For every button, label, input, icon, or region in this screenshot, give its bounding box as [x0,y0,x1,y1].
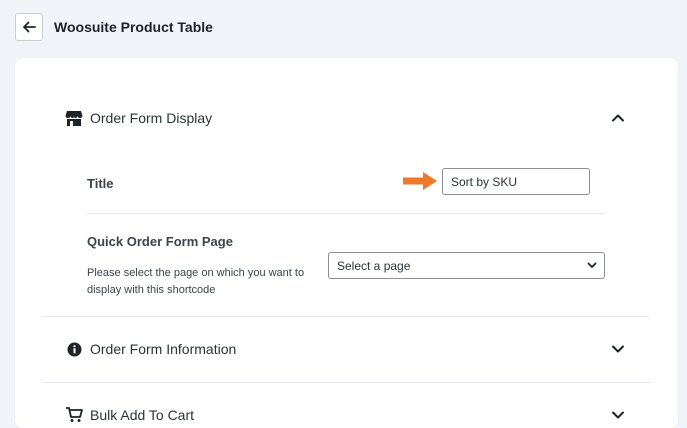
back-button[interactable] [15,13,43,41]
page-field-label: Quick Order Form Page [87,234,233,249]
section-divider [42,382,650,383]
field-divider [87,213,605,214]
arrow-left-icon [23,21,36,33]
section-divider [42,316,650,317]
pointer-arrow-icon [403,172,437,190]
cart-icon [65,406,83,424]
page-select[interactable]: Select a page [328,252,605,279]
page-field-description: Please select the page on which you want… [87,267,305,296]
title-input[interactable] [442,168,590,195]
chevron-up-icon[interactable] [610,110,626,126]
store-icon [65,109,83,127]
section-label: Order Form Display [90,110,213,126]
section-label: Bulk Add To Cart [90,407,195,423]
chevron-down-icon[interactable] [610,407,626,423]
settings-card: Order Form Display Title Quick Order For… [15,58,678,428]
section-header-order-form-display[interactable]: Order Form Display [15,106,678,130]
info-circle-icon [65,340,83,358]
top-bar: Woosuite Product Table [0,0,687,56]
page-title: Woosuite Product Table [54,19,213,35]
section-header-bulk-add-to-cart[interactable]: Bulk Add To Cart [15,403,678,427]
page-select-value: Select a page [337,259,411,273]
chevron-down-icon [587,262,597,268]
section-label: Order Form Information [90,341,237,357]
title-field-label: Title [87,176,114,191]
chevron-down-icon[interactable] [610,341,626,357]
section-header-order-form-information[interactable]: Order Form Information [15,337,678,361]
